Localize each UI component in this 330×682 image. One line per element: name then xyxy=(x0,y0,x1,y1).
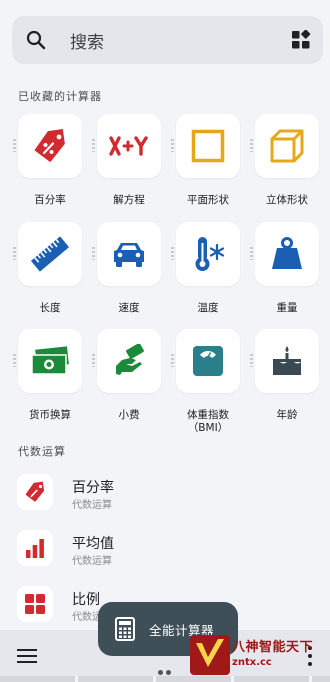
percent-tag-icon xyxy=(34,129,65,163)
bar-chart-icon xyxy=(17,530,53,566)
tip-hand-icon xyxy=(116,344,144,375)
ruler-icon xyxy=(30,236,70,272)
list-item-title: 比例 xyxy=(72,592,100,608)
tile-button[interactable] xyxy=(250,114,319,178)
search-input[interactable]: 搜索 xyxy=(60,28,279,53)
thermometer-snow-icon xyxy=(195,237,225,271)
watermark-title: 八神智能天下 xyxy=(232,640,314,655)
birthday-cake-icon xyxy=(273,346,301,375)
ratio-grid-icon xyxy=(17,586,53,622)
watermark-text: 八神智能天下 zntx.cc xyxy=(232,636,313,668)
cube-outline-icon xyxy=(270,129,304,163)
algebra-section-title: 代数运算 xyxy=(18,445,66,458)
square-outline-icon xyxy=(191,129,225,163)
list-item-category: 代数运算 xyxy=(72,500,112,511)
tile-button[interactable] xyxy=(92,114,161,178)
weight-icon xyxy=(272,237,302,269)
list-item-percent[interactable]: 百分率 代数运算 xyxy=(0,468,330,522)
tile-button[interactable] xyxy=(171,329,240,393)
calculator-icon xyxy=(115,617,135,641)
tile-button[interactable] xyxy=(13,222,82,286)
tile-label: 平面形状 xyxy=(187,194,229,206)
tile-button[interactable] xyxy=(250,222,319,286)
watermark-url: zntx.cc xyxy=(232,657,272,668)
tile-button[interactable] xyxy=(250,329,319,393)
list-item-title: 平均值 xyxy=(72,536,114,552)
search-icon xyxy=(12,16,60,64)
tile-button[interactable] xyxy=(171,114,240,178)
list-item-title: 百分率 xyxy=(72,480,114,496)
tile-label: 温度 xyxy=(197,302,219,314)
tile-label: 重量 xyxy=(276,302,298,314)
favorites-section-title: 已收藏的计算器 xyxy=(18,90,102,103)
watermark: 八神智能天下 zntx.cc xyxy=(188,632,322,678)
tile-label: 解方程 xyxy=(113,194,145,206)
list-item-category: 代数运算 xyxy=(72,556,112,567)
tile-button[interactable] xyxy=(171,222,240,286)
tile-label: 长度 xyxy=(39,302,61,314)
page-indicator xyxy=(158,670,171,675)
tile-label: 小费 xyxy=(118,409,140,421)
watermark-logo-icon xyxy=(190,635,230,675)
tile-button[interactable] xyxy=(92,222,161,286)
tile-label: 速度 xyxy=(118,302,140,314)
tile-label: 货币换算 xyxy=(29,409,71,421)
list-item-average[interactable]: 平均值 代数运算 xyxy=(0,524,330,578)
menu-icon[interactable] xyxy=(17,648,37,664)
x-plus-y-icon xyxy=(109,136,148,156)
tile-label: 年龄 xyxy=(276,409,298,421)
layout-grid-icon[interactable] xyxy=(279,16,323,64)
tile-button[interactable] xyxy=(13,329,82,393)
tile-label: 立体形状 xyxy=(266,194,308,206)
banknote-icon xyxy=(31,346,69,375)
tile-label: 百分率 xyxy=(34,194,66,206)
tile-label: 体重指数 （BMI） xyxy=(187,409,229,434)
car-icon xyxy=(114,243,144,267)
bathroom-scale-icon xyxy=(193,346,223,376)
tile-button[interactable] xyxy=(92,329,161,393)
search-bar[interactable]: 搜索 xyxy=(12,16,323,64)
tile-button[interactable] xyxy=(13,114,82,178)
percent-tag-icon xyxy=(17,474,53,510)
